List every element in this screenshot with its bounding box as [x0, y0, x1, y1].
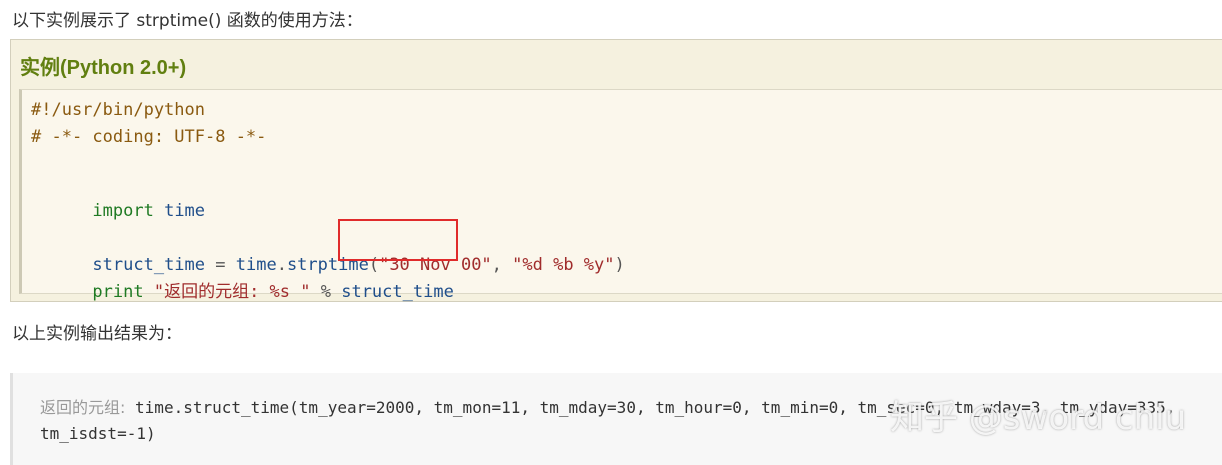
code-paren-close: ) [614, 255, 625, 275]
example-box: 实例(Python 2.0+) #!/usr/bin/python # -*- … [10, 39, 1222, 302]
code-format-string: "%d %b %y" [512, 255, 615, 275]
output-line-2: tm_isdst=-1) [40, 424, 156, 443]
code-var-ref: struct_time [341, 282, 454, 302]
output-label: 返回的元组: [40, 398, 126, 417]
output-line-1: 返回的元组: time.struct_time(tm_year=2000, tm… [40, 394, 1175, 418]
code-module-time: time [153, 201, 206, 221]
result-intro-text: 以上实例输出结果为： [12, 324, 182, 344]
code-print-string: "返回的元组: %s " [143, 282, 311, 302]
code-line-coding: # -*- coding: UTF-8 -*- [31, 127, 267, 147]
output-struct-time: time.struct_time(tm_year=2000, tm_mon=11… [125, 398, 1176, 417]
output-block: 返回的元组: time.struct_time(tm_year=2000, tm… [10, 373, 1222, 465]
example-title: 实例(Python 2.0+) [20, 57, 187, 79]
code-line-import: import time [31, 181, 205, 241]
code-keyword-print: print [92, 282, 144, 302]
code-format-op: % [310, 282, 342, 302]
code-block: #!/usr/bin/python # -*- coding: UTF-8 -*… [19, 89, 1222, 302]
intro-text: 以下实例展示了 strptime() 函数的使用方法： [12, 11, 363, 31]
code-line-shebang: #!/usr/bin/python [31, 100, 205, 120]
code-keyword-import: import [92, 201, 154, 221]
code-comma: , [491, 255, 513, 275]
code-line-print: print "返回的元组: %s " % struct_time [31, 262, 454, 322]
